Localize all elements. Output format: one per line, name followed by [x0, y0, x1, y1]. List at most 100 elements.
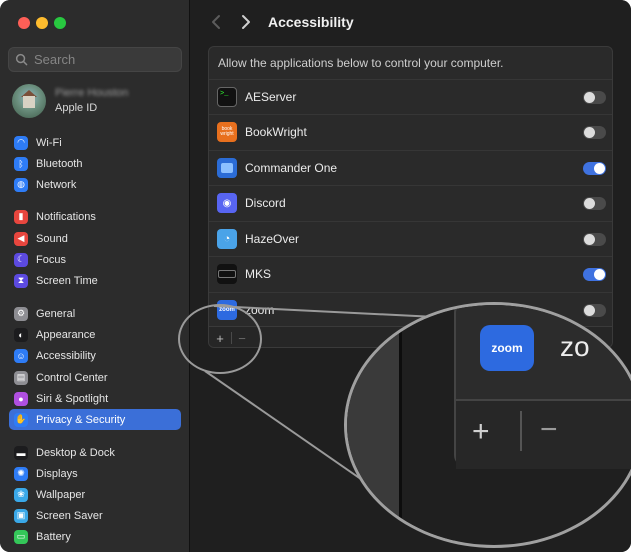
commander-one-icon — [217, 158, 237, 178]
toggle-knob — [584, 234, 595, 245]
sidebar-item-label: Focus — [36, 253, 66, 266]
magnified-remove-button: − — [540, 413, 558, 446]
sidebar-item-wi-fi[interactable]: ◠ Wi-Fi — [9, 132, 181, 153]
chevron-left-icon — [212, 15, 220, 29]
panel-description: Allow the applications below to control … — [218, 56, 504, 70]
sidebar-item-control-center[interactable]: ▤ Control Center — [9, 367, 181, 388]
sidebar-item-screen-saver[interactable]: ▣ Screen Saver — [9, 505, 181, 526]
keyboard-icon — [217, 264, 237, 284]
sidebar-item-label: Privacy & Security — [36, 413, 126, 426]
sidebar-item-label: Wallpaper — [36, 488, 86, 501]
globe-icon: ◍ — [14, 177, 28, 192]
bell-icon: ▮ — [14, 209, 28, 224]
minimize-window-button[interactable] — [36, 17, 48, 29]
sidebar-item-wallpaper[interactable]: ❀ Wallpaper — [9, 484, 181, 505]
sidebar-item-label: Battery — [36, 530, 71, 543]
app-name: AEServer — [245, 90, 297, 104]
app-permission-toggle[interactable] — [583, 91, 606, 104]
sidebar-item-siri-spotlight[interactable]: ● Siri & Spotlight — [9, 388, 181, 409]
hand-icon: ✋ — [14, 412, 28, 427]
magnified-footer: + − — [456, 399, 631, 469]
app-row[interactable]: Commander One — [209, 150, 612, 185]
app-permission-toggle[interactable] — [583, 268, 606, 281]
app-row[interactable]: ◔ HazeOver — [209, 221, 612, 256]
search-icon — [15, 53, 28, 66]
sidebar-item-label: Displays — [36, 467, 78, 480]
gear-icon: ⚙ — [14, 306, 28, 321]
sidebar-item-privacy-security[interactable]: ✋ Privacy & Security — [9, 409, 181, 430]
sidebar-item-displays[interactable]: ✺ Displays — [9, 463, 181, 484]
sidebar-item-label: Desktop & Dock — [36, 446, 115, 459]
toggle-knob — [594, 269, 605, 280]
avatar — [12, 84, 46, 118]
appearance-icon: ◐ — [14, 327, 28, 342]
app-name: BookWright — [245, 125, 307, 139]
search-input[interactable] — [34, 52, 174, 67]
sidebar-item-label: Appearance — [36, 328, 96, 341]
sidebar-item-general[interactable]: ⚙ General — [9, 303, 181, 324]
back-button[interactable] — [208, 13, 224, 31]
bookwright-icon: book wright — [217, 122, 237, 142]
sidebar-item-screen-time[interactable]: ⧗ Screen Time — [9, 270, 181, 291]
settings-window: Pierre Houston Apple ID ◠ Wi-Fi ᛒ Bluetooth… — [0, 0, 631, 552]
toggle-knob — [584, 127, 595, 138]
app-row[interactable]: >_ AEServer — [209, 79, 612, 114]
discord-icon: ◉ — [217, 193, 237, 213]
magnified-sidebar-edge — [347, 305, 399, 545]
control-center-icon: ▤ — [14, 370, 28, 385]
siri-icon: ● — [14, 391, 28, 406]
sidebar-item-focus[interactable]: ☾ Focus — [9, 249, 181, 270]
app-row[interactable]: book wright BookWright — [209, 114, 612, 149]
magnified-panel: zoom zo + − — [454, 305, 631, 469]
wifi-icon: ◠ — [14, 135, 28, 150]
sidebar-item-label: Notifications — [36, 210, 96, 223]
apple-id-account[interactable]: Pierre Houston Apple ID — [12, 84, 182, 120]
app-name: HazeOver — [245, 232, 300, 246]
sidebar-item-bluetooth[interactable]: ᛒ Bluetooth — [9, 153, 181, 174]
account-name: Pierre Houston — [55, 87, 129, 99]
app-name: Discord — [245, 196, 286, 210]
accessibility-icon: ☺ — [14, 348, 28, 363]
wallpaper-icon: ❀ — [14, 487, 28, 502]
chevron-right-icon — [242, 15, 250, 29]
magnifier-callout: zoom zo + − — [344, 302, 631, 548]
app-permission-toggle[interactable] — [583, 162, 606, 175]
sidebar-item-desktop-dock[interactable]: ▬ Desktop & Dock — [9, 442, 181, 463]
page-title: Accessibility — [268, 14, 354, 30]
app-permission-toggle[interactable] — [583, 197, 606, 210]
sidebar-item-label: Control Center — [36, 371, 108, 384]
app-name: Commander One — [245, 161, 338, 175]
sidebar-item-network[interactable]: ◍ Network — [9, 174, 181, 195]
sidebar-item-label: Wi-Fi — [36, 136, 62, 149]
close-window-button[interactable] — [18, 17, 30, 29]
sidebar-item-battery[interactable]: ▭ Battery — [9, 526, 181, 547]
moon-icon: ☾ — [14, 252, 28, 267]
app-permission-toggle[interactable] — [583, 233, 606, 246]
sidebar-item-notifications[interactable]: ▮ Notifications — [9, 206, 181, 227]
zoom-window-button[interactable] — [54, 17, 66, 29]
toggle-knob — [584, 92, 595, 103]
app-row[interactable]: MKS — [209, 256, 612, 291]
sidebar-item-label: Network — [36, 178, 77, 191]
hazeover-icon: ◔ — [217, 229, 237, 249]
forward-button[interactable] — [238, 13, 254, 31]
toggle-knob — [584, 198, 595, 209]
magnified-zoom-row: zoom zo — [456, 305, 631, 399]
sidebar-item-appearance[interactable]: ◐ Appearance — [9, 324, 181, 345]
sidebar-item-label: General — [36, 307, 76, 320]
sidebar-item-label: Screen Saver — [36, 509, 103, 522]
sidebar-item-sound[interactable]: ◀ Sound — [9, 228, 181, 249]
sidebar-item-accessibility[interactable]: ☺ Accessibility — [9, 345, 181, 366]
account-subtitle: Apple ID — [55, 102, 98, 114]
app-row[interactable]: ◉ Discord — [209, 185, 612, 220]
magnified-separator — [520, 411, 522, 451]
terminal-icon: >_ — [217, 87, 237, 107]
zoom-icon: zoom — [480, 325, 534, 371]
sidebar: Pierre Houston Apple ID ◠ Wi-Fi ᛒ Bluetooth… — [0, 0, 190, 552]
sidebar-item-label: Screen Time — [36, 274, 98, 287]
search-field[interactable] — [8, 47, 182, 72]
sidebar-item-label: Accessibility — [36, 349, 96, 362]
app-permission-toggle[interactable] — [583, 126, 606, 139]
sidebar-item-label: Bluetooth — [36, 157, 83, 170]
display-icon: ✺ — [14, 466, 28, 481]
